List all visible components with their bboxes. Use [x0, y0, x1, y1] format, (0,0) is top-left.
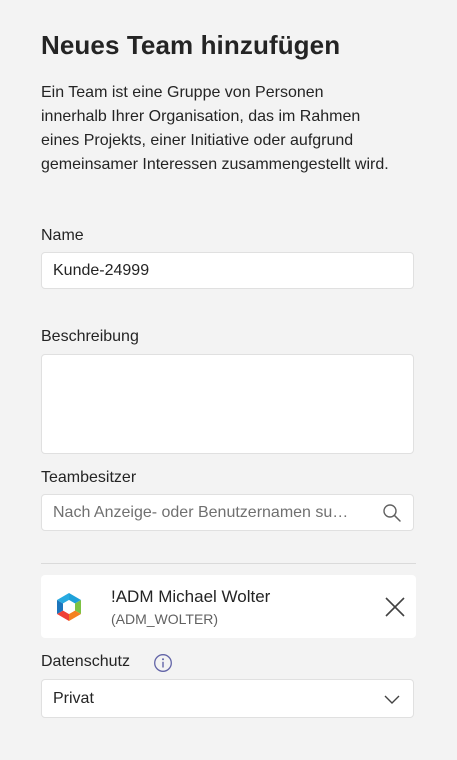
search-icon[interactable] — [381, 502, 403, 524]
description-line: gemeinsamer Interessen zusammengestellt … — [41, 156, 389, 173]
owners-label: Teambesitzer — [41, 469, 137, 486]
description-label: Beschreibung — [41, 328, 139, 345]
privacy-selected-value: Privat — [53, 689, 94, 707]
name-label: Name — [41, 227, 84, 244]
description-line: Ein Team ist eine Gruppe von Personen — [41, 84, 324, 101]
privacy-label: Datenschutz — [41, 653, 130, 670]
owner-display-name: !ADM Michael Wolter — [111, 587, 271, 606]
divider — [41, 563, 416, 564]
description-line: eines Projekts, einer Initiative oder au… — [41, 132, 354, 149]
name-input[interactable] — [53, 253, 373, 288]
owner-user-name: (ADM_WOLTER) — [111, 611, 219, 627]
owner-search-input[interactable] — [53, 495, 373, 530]
privacy-select[interactable]: Privat — [41, 679, 414, 718]
chevron-down-icon[interactable] — [381, 688, 403, 710]
close-icon[interactable] — [382, 594, 408, 620]
name-field[interactable] — [41, 252, 414, 289]
description-textarea[interactable] — [42, 355, 413, 453]
description-line: innerhalb Ihrer Organisation, das im Rah… — [41, 108, 361, 125]
info-icon[interactable] — [153, 653, 173, 673]
description-field[interactable] — [41, 354, 414, 454]
owner-card: !ADM Michael Wolter (ADM_WOLTER) — [41, 575, 416, 638]
page-title: Neues Team hinzufügen — [41, 30, 341, 60]
app-logo-icon — [53, 591, 85, 623]
owner-search-field[interactable] — [41, 494, 414, 531]
page-description: Ein Team ist eine Gruppe von Personen in… — [41, 81, 421, 177]
